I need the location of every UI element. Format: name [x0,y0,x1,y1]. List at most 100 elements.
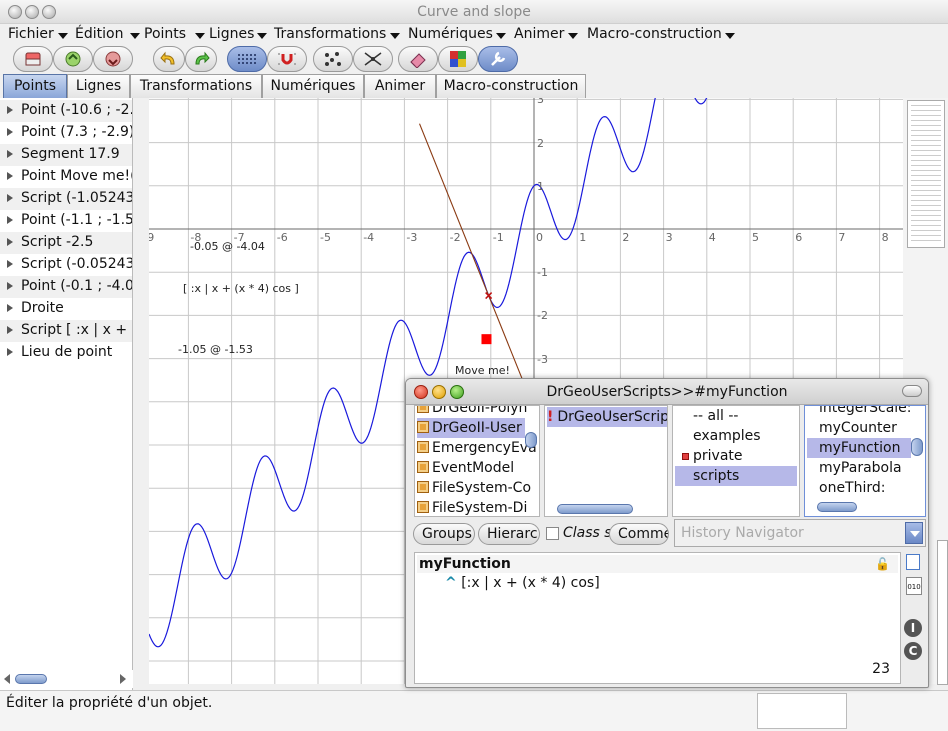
tree-item[interactable]: Script [ :x | x + (x [0,320,132,342]
tree-item[interactable]: Script (-1.052438 [0,188,132,210]
tree-item[interactable]: Point (-1.1 ; -1.5) [0,210,132,232]
chevron-down-icon[interactable] [257,33,267,39]
hierarchy-button[interactable]: Hierarc [478,523,540,545]
history-dropdown-button[interactable] [905,522,923,544]
expand-triangle-icon[interactable] [7,304,13,312]
expand-triangle-icon[interactable] [7,238,13,246]
code-editor[interactable]: myFunction 🔓 ^ [:x | x + (x * 4) cos] 23 [414,552,901,684]
package-item[interactable]: EmergencyEva [417,438,537,458]
menu-macro-construction[interactable]: Macro-construction [587,26,722,42]
tree-horizontal-scrollbar[interactable] [0,670,133,688]
tree-item[interactable]: Script -2.5 [0,232,132,254]
package-item[interactable]: DrGeoII-User [417,418,525,438]
expand-triangle-icon[interactable] [7,282,13,290]
class-scroll-thumb[interactable] [557,504,633,514]
chevron-down-icon[interactable] [568,33,578,39]
protocol-item[interactable]: scripts [675,466,797,486]
expand-triangle-icon[interactable] [7,326,13,334]
scroll-right-icon[interactable] [120,674,126,684]
package-item[interactable]: FileSystem-Co [417,478,531,498]
chevron-down-icon[interactable] [390,33,400,39]
expand-triangle-icon[interactable] [7,260,13,268]
object-tree[interactable]: Point (-10.6 ; -2.9 Point (7.3 ; -2.9) S… [0,98,133,690]
method-item[interactable]: myCounter [819,418,897,438]
method-scroll-thumb[interactable] [911,438,923,456]
method-item[interactable]: myFunction [807,438,911,458]
tab-macro-construction[interactable]: Macro-construction [436,74,586,98]
protocol-pane[interactable]: -- all -- examples private scripts [672,405,800,517]
tree-item[interactable]: Lieu de point [0,342,132,364]
browser-title-bar[interactable]: DrGeoUserScripts>>#myFunction [406,379,928,405]
expand-triangle-icon[interactable] [7,194,13,202]
save-button[interactable] [93,46,133,72]
menu-points[interactable]: Points [144,26,186,42]
open-button[interactable] [53,46,93,72]
chevron-down-icon[interactable] [130,33,140,39]
new-document-button[interactable] [13,46,53,72]
redo-button[interactable] [185,46,217,72]
class-side-checkbox[interactable] [546,527,559,540]
system-browser-window[interactable]: DrGeoUserScripts>>#myFunction DrGeoII-Po… [405,378,929,688]
expand-triangle-icon[interactable] [7,150,13,158]
expand-triangle-icon[interactable] [7,172,13,180]
lock-icon[interactable]: 🔓 [875,557,890,571]
package-item[interactable]: EventModel [417,458,514,478]
tab-lignes[interactable]: Lignes [67,74,130,98]
tree-item[interactable]: Droite [0,298,132,320]
package-scroll-thumb[interactable] [525,432,537,448]
script-label-coordinate[interactable]: -1.05 @ -1.53 [178,343,253,356]
menu-fichier[interactable]: Fichier [8,26,54,42]
method-item[interactable]: integerScale: [819,406,912,418]
implementors-icon[interactable]: I [904,619,922,637]
code-line[interactable]: ^ [:x | x + (x * 4) cos] [445,575,600,591]
method-item[interactable]: oneThird: [819,478,885,498]
preview-list[interactable] [907,100,945,248]
groups-button[interactable]: Groups [413,523,475,545]
script-label-coordinate[interactable]: -0.05 @ -4.04 [190,240,265,253]
protocol-item[interactable]: examples [693,426,761,446]
tab-points[interactable]: Points [3,74,67,98]
class-pane[interactable]: ! DrGeoUserScrip [544,405,668,517]
class-document-icon[interactable] [906,554,920,570]
settings-button[interactable] [478,46,518,72]
script-label-function[interactable]: [ :x | x + (x * 4) cos ] [183,282,299,295]
method-hscroll-thumb[interactable] [817,502,857,512]
axes-button[interactable] [353,46,393,72]
tree-item[interactable]: Segment 17.9 [0,144,132,166]
bytecode-icon[interactable]: 010 [906,577,922,595]
undo-button[interactable] [153,46,185,72]
chevron-down-icon[interactable] [725,33,735,39]
comment-button[interactable]: Comme [609,523,669,545]
method-item[interactable]: myParabola [819,458,902,478]
tab-transformations[interactable]: Transformations [130,74,262,98]
tab-numeriques[interactable]: Numériques [262,74,364,98]
color-palette-button[interactable] [438,46,478,72]
chevron-down-icon[interactable] [58,33,68,39]
menu-edition[interactable]: Édition [75,26,123,42]
class-references-icon[interactable]: C [904,642,922,660]
menu-transformations[interactable]: Transformations [274,26,386,42]
tree-item[interactable]: Point (-0.1 ; -4.0) [0,276,132,298]
chevron-down-icon[interactable] [496,33,506,39]
scroll-left-icon[interactable] [4,674,10,684]
protocol-item[interactable]: -- all -- [693,406,738,426]
scatter-points-button[interactable] [313,46,353,72]
tree-item[interactable]: Point (-10.6 ; -2.9 [0,100,132,122]
tab-animer[interactable]: Animer [364,74,436,98]
tree-item[interactable]: Point (7.3 ; -2.9) [0,122,132,144]
erase-button[interactable] [398,46,438,72]
history-navigator[interactable]: History Navigator [674,519,926,547]
tree-item[interactable]: Script (-0.052438 [0,254,132,276]
magnet-button[interactable] [267,46,307,72]
expand-triangle-icon[interactable] [7,348,13,356]
package-item[interactable]: FileSystem-Di [417,498,527,516]
move-me-label[interactable]: Move me! [455,364,510,377]
scroll-thumb[interactable] [15,674,47,684]
expand-triangle-icon[interactable] [7,128,13,136]
method-pane[interactable]: integerScale: myCounter myFunction myPar… [804,405,926,517]
class-item[interactable]: ! DrGeoUserScrip [547,407,667,427]
package-pane[interactable]: DrGeoII-Polyn DrGeoII-User EmergencyEva … [414,405,540,517]
expand-triangle-icon[interactable] [7,106,13,114]
package-item[interactable]: DrGeoII-Polyn [417,406,527,418]
chevron-down-icon[interactable] [195,33,205,39]
